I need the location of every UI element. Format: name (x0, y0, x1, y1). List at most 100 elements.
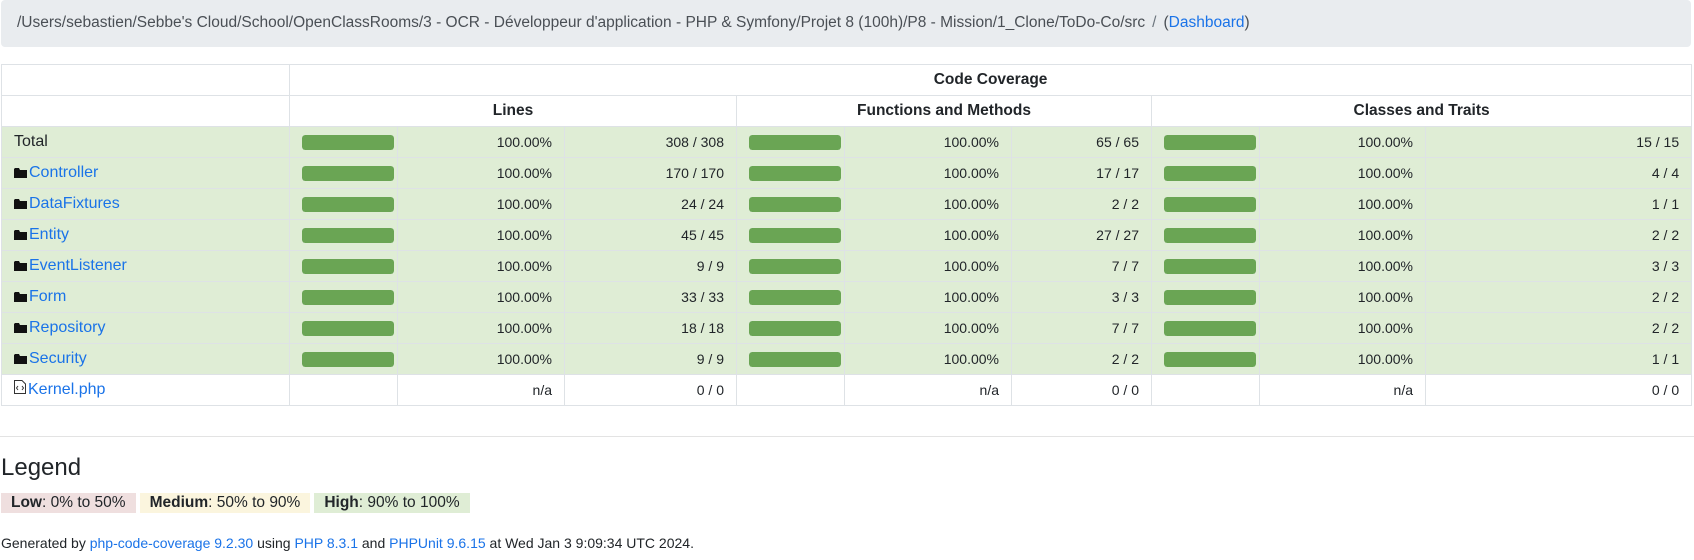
lines-count: 308 / 308 (564, 126, 737, 158)
table-row: DataFixtures 100.00% 24 / 24 100.00% 2 / 2 10… (1, 188, 1693, 220)
table-row: Controller 100.00% 170 / 170 100.00% 17 / 17… (1, 157, 1693, 189)
directory-link[interactable]: Form (29, 288, 66, 305)
classes-count: 15 / 15 (1424, 126, 1693, 158)
classes-bar-cell (1151, 312, 1260, 344)
php-code-coverage-link[interactable]: php-code-coverage 9.2.30 (90, 535, 253, 551)
directory-link[interactable]: Repository (29, 319, 105, 336)
lines-progress-bar (302, 289, 394, 305)
lines-bar-cell (289, 250, 398, 282)
code-coverage-header: Code Coverage (288, 64, 1693, 96)
lines-percent: 100.00% (397, 343, 565, 375)
classes-progress-bar (1164, 289, 1256, 305)
functions-progress-fill (749, 227, 841, 243)
functions-bar-cell (736, 281, 845, 313)
file-link[interactable]: Kernel.php (28, 381, 105, 398)
lines-progress-fill (302, 258, 394, 274)
classes-progress-fill (1164, 320, 1256, 336)
folder-icon (14, 196, 27, 209)
classes-count: 2 / 2 (1424, 312, 1693, 344)
lines-count: 170 / 170 (564, 157, 737, 189)
legend-high: High: 90% to 100% (314, 493, 470, 513)
coverage-table: Code Coverage Lines Functions and Method… (1, 64, 1693, 406)
lines-bar-cell (289, 126, 398, 158)
table-row: Security 100.00% 9 / 9 100.00% 2 / 2 100.00% 1… (1, 343, 1693, 375)
functions-bar-cell (736, 343, 845, 375)
lines-progress-fill (302, 165, 394, 181)
classes-percent: 100.00% (1259, 157, 1426, 189)
directory-link[interactable]: Security (29, 350, 87, 367)
functions-progress-bar (749, 227, 841, 243)
lines-count: 18 / 18 (564, 312, 737, 344)
lines-count: 24 / 24 (564, 188, 737, 220)
header-empty-cell (1, 64, 290, 96)
lines-progress-bar (302, 351, 394, 367)
lines-percent: 100.00% (397, 312, 565, 344)
table-row: Form 100.00% 33 / 33 100.00% 3 / 3 100.00% 2 /… (1, 281, 1693, 313)
classes-count: 4 / 4 (1424, 157, 1693, 189)
lines-count: 33 / 33 (564, 281, 737, 313)
phpunit-link[interactable]: PHPUnit 9.6.15 (389, 535, 486, 551)
directory-link[interactable]: DataFixtures (29, 195, 120, 212)
row-name-cell: Entity (1, 219, 290, 251)
php-file-icon (14, 379, 26, 394)
breadcrumb-separator: / (1152, 14, 1157, 31)
classes-bar-cell (1151, 281, 1260, 313)
classes-percent: 100.00% (1259, 312, 1426, 344)
classes-progress-fill (1164, 289, 1256, 305)
table-row: Total 100.00% 308 / 308 100.00% 65 / 65 100.0… (1, 126, 1693, 158)
legend-title: Legend (1, 454, 82, 481)
classes-progress-fill (1164, 227, 1256, 243)
breadcrumb: /Users/sebastien/Sebbe's Cloud/School/Op… (1, 0, 1691, 47)
legend-medium-range: : 50% to 90% (208, 494, 301, 511)
classes-progress-fill (1164, 165, 1256, 181)
lines-bar-cell (289, 188, 398, 220)
folder-icon (14, 289, 27, 302)
classes-progress-bar (1164, 196, 1256, 212)
functions-bar-cell (736, 250, 845, 282)
lines-header: Lines (289, 95, 737, 127)
lines-percent: 100.00% (397, 157, 565, 189)
classes-progress-bar (1164, 227, 1256, 243)
directory-link[interactable]: Controller (29, 164, 98, 181)
functions-percent: 100.00% (844, 312, 1012, 344)
row-name-cell: Total (1, 126, 290, 158)
table-row: EventListener 100.00% 9 / 9 100.00% 7 / 7 100… (1, 250, 1693, 282)
functions-count: 65 / 65 (1011, 126, 1152, 158)
lines-progress-bar (302, 258, 394, 274)
functions-progress-fill (749, 289, 841, 305)
functions-progress-fill (749, 196, 841, 212)
functions-progress-bar (749, 351, 841, 367)
directory-link[interactable]: EventListener (29, 257, 127, 274)
lines-progress-fill (302, 351, 394, 367)
classes-count: 2 / 2 (1424, 281, 1693, 313)
functions-count: 17 / 17 (1011, 157, 1152, 189)
functions-progress-fill (749, 165, 841, 181)
lines-percent: 100.00% (397, 281, 565, 313)
classes-bar-cell (1151, 343, 1260, 375)
directory-link[interactable]: Entity (29, 226, 69, 243)
classes-progress-bar (1164, 258, 1256, 274)
divider (0, 436, 1694, 437)
lines-progress-fill (302, 289, 394, 305)
table-row: Repository 100.00% 18 / 18 100.00% 7 / 7 100.… (1, 312, 1693, 344)
classes-percent: 100.00% (1259, 188, 1426, 220)
lines-progress-bar (302, 134, 394, 150)
functions-progress-fill (749, 351, 841, 367)
classes-percent: 100.00% (1259, 250, 1426, 282)
lines-bar-cell (289, 219, 398, 251)
classes-bar-cell (1151, 374, 1260, 406)
legend-medium-label: Medium (149, 494, 209, 511)
row-name-cell: Repository (1, 312, 290, 344)
lines-percent: 100.00% (397, 250, 565, 282)
row-name-cell: DataFixtures (1, 188, 290, 220)
dashboard-link[interactable]: Dashboard (1169, 14, 1245, 31)
classes-count: 3 / 3 (1424, 250, 1693, 282)
classes-count: 1 / 1 (1424, 188, 1693, 220)
lines-bar-cell (289, 157, 398, 189)
folder-icon (14, 320, 27, 333)
functions-count: 0 / 0 (1011, 374, 1152, 406)
lines-count: 0 / 0 (564, 374, 737, 406)
classes-percent: 100.00% (1259, 219, 1426, 251)
legend-low-range: : 0% to 50% (42, 494, 126, 511)
php-link[interactable]: PHP 8.3.1 (294, 535, 358, 551)
